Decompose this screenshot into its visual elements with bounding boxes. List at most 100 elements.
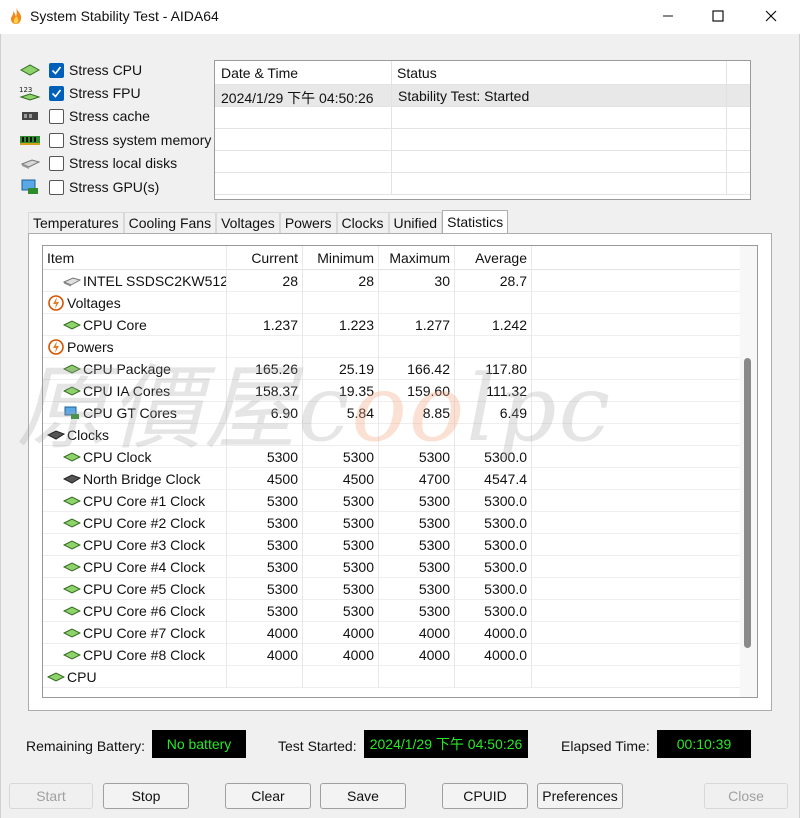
stats-average-cell — [455, 424, 532, 446]
start-button[interactable]: Start — [9, 783, 93, 809]
stats-header-item[interactable]: Item — [43, 246, 227, 268]
stress-gpu-option[interactable]: Stress GPU(s) — [19, 177, 159, 197]
stats-header-minimum[interactable]: Minimum — [303, 246, 379, 268]
stats-average-cell: 5300.0 — [455, 446, 532, 468]
voltage-bolt-icon — [47, 295, 65, 311]
preferences-button[interactable]: Preferences — [537, 783, 623, 809]
cpu-chip-icon — [63, 516, 81, 530]
table-row[interactable]: CPU Core #1 Clock 5300 5300 5300 5300.0 — [43, 490, 757, 512]
stats-item-label: CPU Core #6 Clock — [83, 603, 206, 619]
close-button[interactable]: Close — [704, 783, 788, 809]
stats-minimum-cell: 5300 — [303, 490, 379, 512]
stress-disks-checkbox[interactable] — [49, 155, 64, 171]
stats-average-cell — [455, 292, 532, 314]
event-log-table[interactable]: Date & Time Status 2024/1/29 下午 04:50:26… — [214, 60, 751, 200]
stats-item-label: CPU Core #7 Clock — [83, 625, 206, 641]
table-row[interactable]: CPU Core #6 Clock 5300 5300 5300 5300.0 — [43, 600, 757, 622]
stress-fpu-option[interactable]: 123 Stress FPU — [19, 83, 141, 103]
stats-item-cell: INTEL SSDSC2KW512... — [43, 270, 227, 292]
stress-disks-option[interactable]: Stress local disks — [19, 153, 177, 173]
stats-header-average[interactable]: Average — [455, 246, 532, 268]
tab-voltages[interactable]: Voltages — [216, 212, 280, 234]
stats-group-row[interactable]: Voltages — [43, 292, 757, 314]
title-bar[interactable]: System Stability Test - AIDA64 — [0, 0, 800, 34]
statistics-table[interactable]: Item Current Minimum Maximum Average INT… — [42, 245, 758, 698]
stress-cache-option[interactable]: Stress cache — [19, 106, 150, 126]
table-row[interactable]: CPU Core #3 Clock 5300 5300 5300 5300.0 — [43, 534, 757, 556]
stats-minimum-cell — [303, 292, 379, 314]
elapsed-time-label: Elapsed Time: — [561, 738, 650, 754]
stats-item-cell: CPU Core — [43, 314, 227, 336]
stress-cache-checkbox[interactable] — [49, 108, 64, 124]
stats-item-label: Clocks — [67, 427, 110, 443]
stress-memory-checkbox[interactable] — [49, 132, 64, 148]
table-row[interactable]: INTEL SSDSC2KW512... 28 28 30 28.7 — [43, 270, 757, 292]
table-row[interactable]: CPU IA Cores 158.37 19.35 159.60 111.32 — [43, 380, 757, 402]
stats-header-maximum[interactable]: Maximum — [379, 246, 455, 268]
table-row[interactable]: CPU Core #5 Clock 5300 5300 5300 5300.0 — [43, 578, 757, 600]
tab-cooling-fans[interactable]: Cooling Fans — [123, 212, 217, 234]
stats-average-cell: 28.7 — [455, 270, 532, 292]
table-row[interactable]: CPU Package 165.26 25.19 166.42 117.80 — [43, 358, 757, 380]
table-row[interactable]: CPU GT Cores 6.90 5.84 8.85 6.49 — [43, 402, 757, 424]
cpu-chip-icon — [63, 362, 81, 376]
log-header-date[interactable]: Date & Time — [215, 61, 392, 84]
table-row[interactable]: CPU Core #7 Clock 4000 4000 4000 4000.0 — [43, 622, 757, 644]
stress-cpu-label: Stress CPU — [69, 62, 143, 78]
stats-minimum-cell: 25.19 — [303, 358, 379, 380]
stats-item-label: CPU Core #3 Clock — [83, 537, 206, 553]
cpuid-button[interactable]: CPUID — [442, 783, 528, 809]
table-row[interactable]: CPU Core #8 Clock 4000 4000 4000 4000.0 — [43, 644, 757, 666]
close-window-button[interactable] — [748, 0, 794, 32]
stress-cpu-option[interactable]: Stress CPU — [19, 60, 142, 80]
stress-memory-option[interactable]: Stress system memory — [19, 130, 211, 150]
close-icon — [765, 10, 777, 22]
stats-group-row[interactable]: CPU — [43, 666, 757, 688]
stats-item-cell: CPU — [43, 666, 227, 688]
table-row[interactable]: CPU Core #4 Clock 5300 5300 5300 5300.0 — [43, 556, 757, 578]
stats-maximum-cell: 5300 — [379, 512, 455, 534]
clear-button[interactable]: Clear — [225, 783, 311, 809]
table-row[interactable]: CPU Core #2 Clock 5300 5300 5300 5300.0 — [43, 512, 757, 534]
stress-fpu-checkbox[interactable] — [49, 85, 64, 101]
stats-item-cell: Clocks — [43, 424, 227, 446]
log-header-status[interactable]: Status — [392, 61, 727, 84]
table-row[interactable]: CPU Core 1.237 1.223 1.277 1.242 — [43, 314, 757, 336]
stats-item-label: CPU Package — [83, 361, 171, 377]
stats-current-cell — [227, 424, 303, 446]
vertical-scrollbar[interactable] — [740, 246, 757, 697]
stats-maximum-cell: 5300 — [379, 490, 455, 512]
scrollbar-thumb[interactable] — [744, 358, 751, 648]
stats-minimum-cell — [303, 666, 379, 688]
stop-button[interactable]: Stop — [103, 783, 189, 809]
table-row[interactable]: North Bridge Clock 4500 4500 4700 4547.4 — [43, 468, 757, 490]
stats-current-cell: 5300 — [227, 600, 303, 622]
stats-average-cell — [455, 336, 532, 358]
stats-group-row[interactable]: Powers — [43, 336, 757, 358]
stats-group-row[interactable]: Clocks — [43, 424, 757, 446]
stats-minimum-cell: 5300 — [303, 446, 379, 468]
stress-gpu-checkbox[interactable] — [49, 179, 64, 195]
maximize-button[interactable] — [695, 0, 741, 32]
stats-minimum-cell — [303, 424, 379, 446]
save-button[interactable]: Save — [320, 783, 406, 809]
table-row[interactable]: CPU Clock 5300 5300 5300 5300.0 — [43, 446, 757, 468]
tab-temperatures[interactable]: Temperatures — [28, 212, 124, 234]
log-row[interactable]: 2024/1/29 下午 04:50:26 Stability Test: St… — [215, 85, 750, 107]
stats-current-cell: 28 — [227, 270, 303, 292]
stats-header-current[interactable]: Current — [227, 246, 303, 268]
stats-current-cell: 5300 — [227, 512, 303, 534]
tab-powers[interactable]: Powers — [279, 212, 337, 234]
memory-icon — [19, 132, 41, 148]
log-date-cell: 2024/1/29 下午 04:50:26 — [215, 85, 392, 106]
minimize-button[interactable] — [645, 0, 691, 32]
stats-current-cell: 4000 — [227, 622, 303, 644]
tab-statistics[interactable]: Statistics — [442, 210, 509, 234]
stats-average-cell: 5300.0 — [455, 556, 532, 578]
stress-cpu-checkbox[interactable] — [49, 62, 64, 78]
stats-item-label: CPU — [67, 669, 97, 685]
stats-item-cell: CPU Package — [43, 358, 227, 380]
tab-unified[interactable]: Unified — [388, 212, 443, 234]
tab-clocks[interactable]: Clocks — [336, 212, 389, 234]
statistics-panel: Item Current Minimum Maximum Average INT… — [28, 233, 772, 711]
